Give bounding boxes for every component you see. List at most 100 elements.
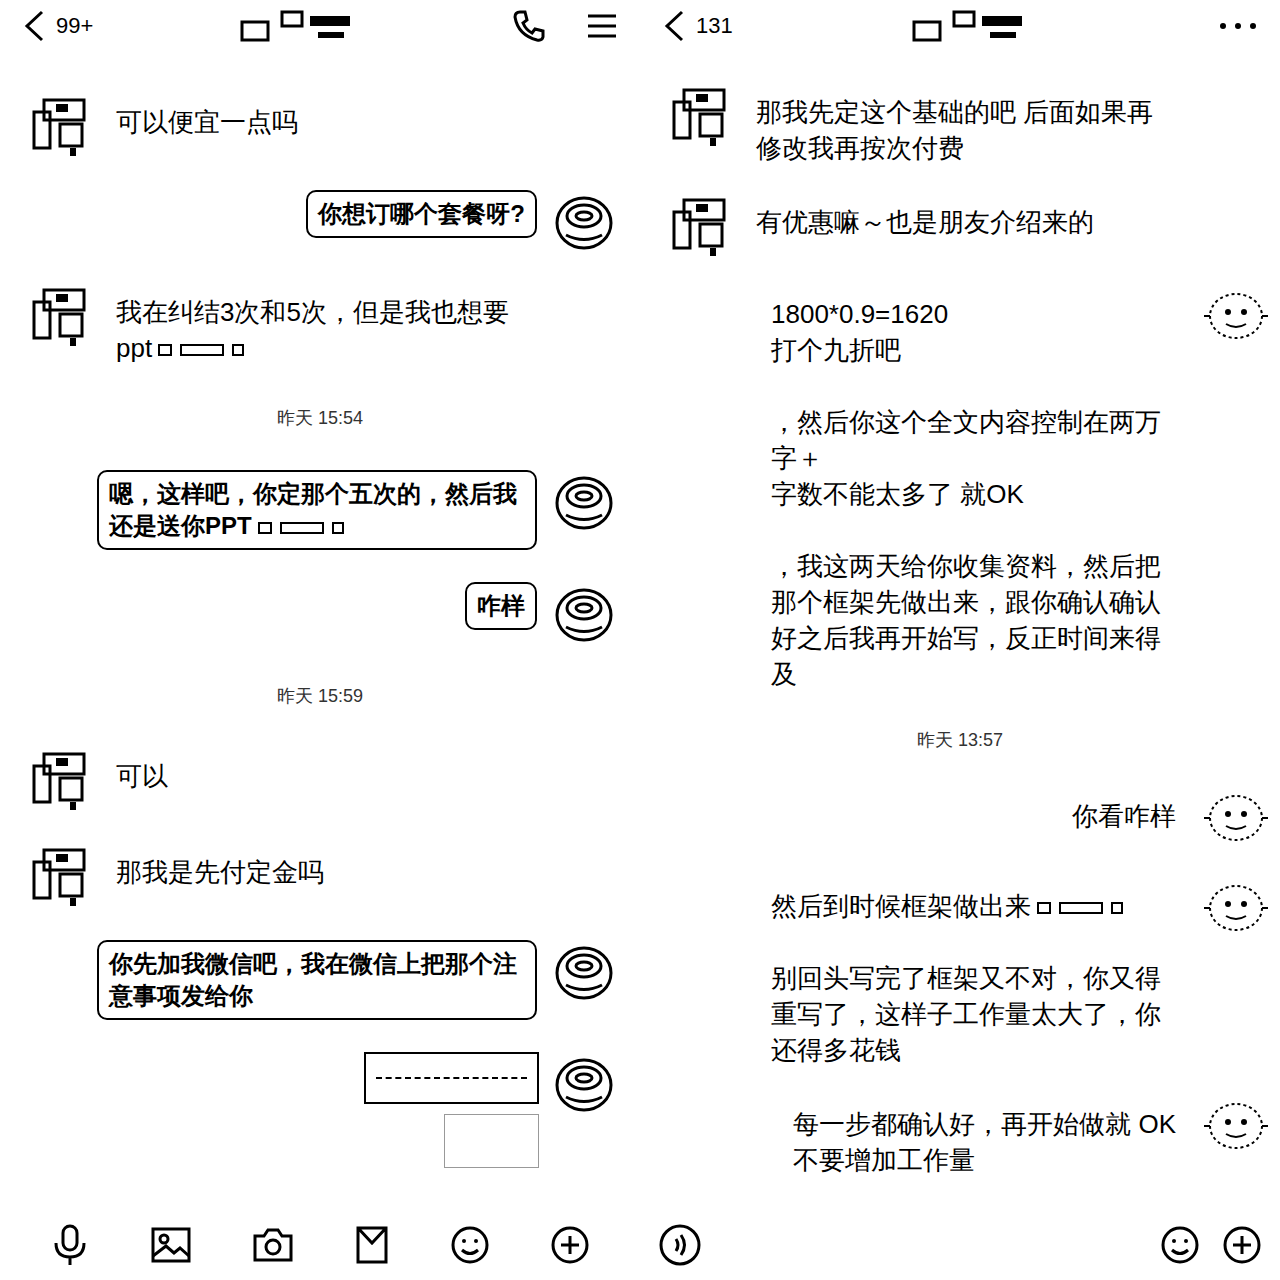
image-icon[interactable] [150,1226,192,1264]
voice-icon[interactable] [658,1223,702,1267]
message-bubble: 你先加我微信吧，我在微信上把那个注意事项发给你 [97,940,537,1020]
unread-count[interactable]: 99+ [56,11,93,41]
unread-count[interactable]: 131 [696,11,733,41]
message-text: 每一步都确认好，再开始做就 OK 不要增加工作量 [793,1109,1176,1175]
message-text: 然后到时候框架做出来 [771,891,1031,921]
back-icon[interactable] [22,9,46,43]
message-part: 可以 [116,758,168,794]
input-toolbar [0,1210,640,1280]
message-text: 我在纠结3次和5次，但是我也想要ppt [116,297,509,363]
message-part: 那我先定这个基础的吧 后面如果再修改我再按次付费 [756,94,1176,166]
redaction-mark [158,344,244,356]
message-text: 别回头写完了框架又不对，你又得重写了，这样子工作量太大了，你还得多花钱 [771,963,1161,1065]
message-row: 那我先定这个基础的吧 后面如果再修改我再按次付费 [640,84,1280,166]
avatar-icon[interactable] [553,1052,615,1114]
message-row: 那我是先付定金吗 [0,844,640,908]
card-line [376,1077,527,1079]
message-row: 可以便宜一点吗 [0,94,640,158]
message-text: 可以 [116,761,168,791]
avatar-icon[interactable] [1200,286,1270,348]
message-body: 那我先定这个基础的吧 后面如果再修改我再按次付费 [756,84,1176,166]
chat-header: 131 [640,0,1280,52]
message-text: 你看咋样 [1072,801,1176,831]
message-part: 然后到时候框架做出来 [771,888,1176,924]
message-row: 你想订哪个套餐呀? [0,190,640,252]
message-part: 你看咋样 [1072,798,1176,834]
card-thumb [444,1114,539,1168]
avatar-icon[interactable] [30,94,94,158]
message-bubble: 你想订哪个套餐呀? [306,190,537,238]
chat-title [103,6,502,46]
avatar-icon[interactable] [1200,878,1270,940]
message-row [0,1052,640,1168]
redaction-box [232,344,244,356]
avatar-icon[interactable] [30,748,94,812]
redaction-mark [1037,902,1123,914]
avatar-icon[interactable] [553,190,615,252]
redaction-mark [258,522,344,534]
message-bubble: 嗯，这样吧，你定那个五次的，然后我还是送你PPT [97,470,537,550]
plus-icon[interactable] [1222,1225,1262,1265]
emoji-icon[interactable] [450,1225,490,1265]
message-list: 可以便宜一点吗你想订哪个套餐呀? 我在纠结3次和5次，但是我也想要ppt 昨天 15… [0,52,640,1210]
timestamp: 昨天 15:59 [0,684,640,708]
redaction-box [158,344,172,356]
message-body: 你看咋样 [1072,788,1176,834]
message-part: 你先加我微信吧，我在微信上把那个注意事项发给你 [109,948,525,1012]
message-bubble: 咋样 [465,582,537,630]
back-icon[interactable] [662,9,686,43]
envelope-icon[interactable] [354,1225,390,1265]
microphone-icon[interactable] [50,1223,90,1267]
message-row: 咋样 [0,582,640,644]
more-icon[interactable] [1218,21,1258,31]
message-row: 可以 [0,748,640,812]
avatar-icon[interactable] [553,470,615,532]
emoji-icon[interactable] [1160,1225,1200,1265]
plus-icon[interactable] [550,1225,590,1265]
message-row: 每一步都确认好，再开始做就 OK 不要增加工作量 [640,1096,1280,1178]
menu-icon[interactable] [586,12,618,40]
chat-panel: 131 那我先定这个基础的吧 后面如果再修改我再按次付费有优惠嘛～也是朋友介绍来的… [640,0,1280,1280]
message-part: 有优惠嘛～也是朋友介绍来的 [756,204,1094,240]
avatar-icon[interactable] [1200,1096,1270,1158]
avatar-icon[interactable] [30,284,94,348]
chat-title [743,6,1208,46]
message-part: 你想订哪个套餐呀? [318,198,525,230]
input-toolbar [640,1210,1280,1280]
shared-card[interactable] [364,1052,539,1168]
message-row: 我在纠结3次和5次，但是我也想要ppt [0,284,640,366]
timestamp: 昨天 13:57 [640,728,1280,752]
message-body: 可以 [116,748,168,794]
message-row: 你先加我微信吧，我在微信上把那个注意事项发给你 [0,940,640,1020]
message-list: 那我先定这个基础的吧 后面如果再修改我再按次付费有优惠嘛～也是朋友介绍来的 180… [640,52,1280,1210]
avatar-icon[interactable] [670,194,734,258]
redaction-box [1037,902,1051,914]
avatar-icon[interactable] [670,84,734,148]
avatar-icon[interactable] [553,940,615,1002]
redacted-name-icon [910,6,1040,46]
message-body: 可以便宜一点吗 [116,94,298,140]
message-part: 那我是先付定金吗 [116,854,324,890]
message-part: ，我这两天给你收集资料，然后把那个框架先做出来，跟你确认确认好之后我再开始写，反… [771,548,1176,692]
message-text: 1800*0.9=1620 打个九折吧 [771,299,948,365]
message-row: 1800*0.9=1620 打个九折吧，然后你这个全文内容控制在两万字＋ 字数不… [640,286,1280,692]
chat-panel: 99+ 可以便宜一点吗你想订哪个套餐呀? 我在纠结3次和5次，但是我也想要ppt 昨天… [0,0,640,1280]
message-row: 嗯，这样吧，你定那个五次的，然后我还是送你PPT [0,470,640,550]
message-text: 你想订哪个套餐呀? [318,200,525,227]
message-part: 1800*0.9=1620 打个九折吧 [771,296,1176,368]
avatar-icon[interactable] [553,582,615,644]
message-row: 然后到时候框架做出来别回头写完了框架又不对，你又得重写了，这样子工作量太大了，你… [640,878,1280,1068]
message-part: 咋样 [477,590,525,622]
card-box [364,1052,539,1104]
message-body: 有优惠嘛～也是朋友介绍来的 [756,194,1094,240]
avatar-icon[interactable] [1200,788,1270,850]
phone-icon[interactable] [512,9,546,43]
message-row: 有优惠嘛～也是朋友介绍来的 [640,194,1280,258]
message-part: 每一步都确认好，再开始做就 OK 不要增加工作量 [793,1106,1176,1178]
message-part: 嗯，这样吧，你定那个五次的，然后我还是送你PPT [109,478,525,542]
message-text: ，我这两天给你收集资料，然后把那个框架先做出来，跟你确认确认好之后我再开始写，反… [771,551,1161,689]
redaction-box [280,522,324,534]
redaction-box [1059,902,1103,914]
camera-icon[interactable] [252,1226,294,1264]
avatar-icon[interactable] [30,844,94,908]
